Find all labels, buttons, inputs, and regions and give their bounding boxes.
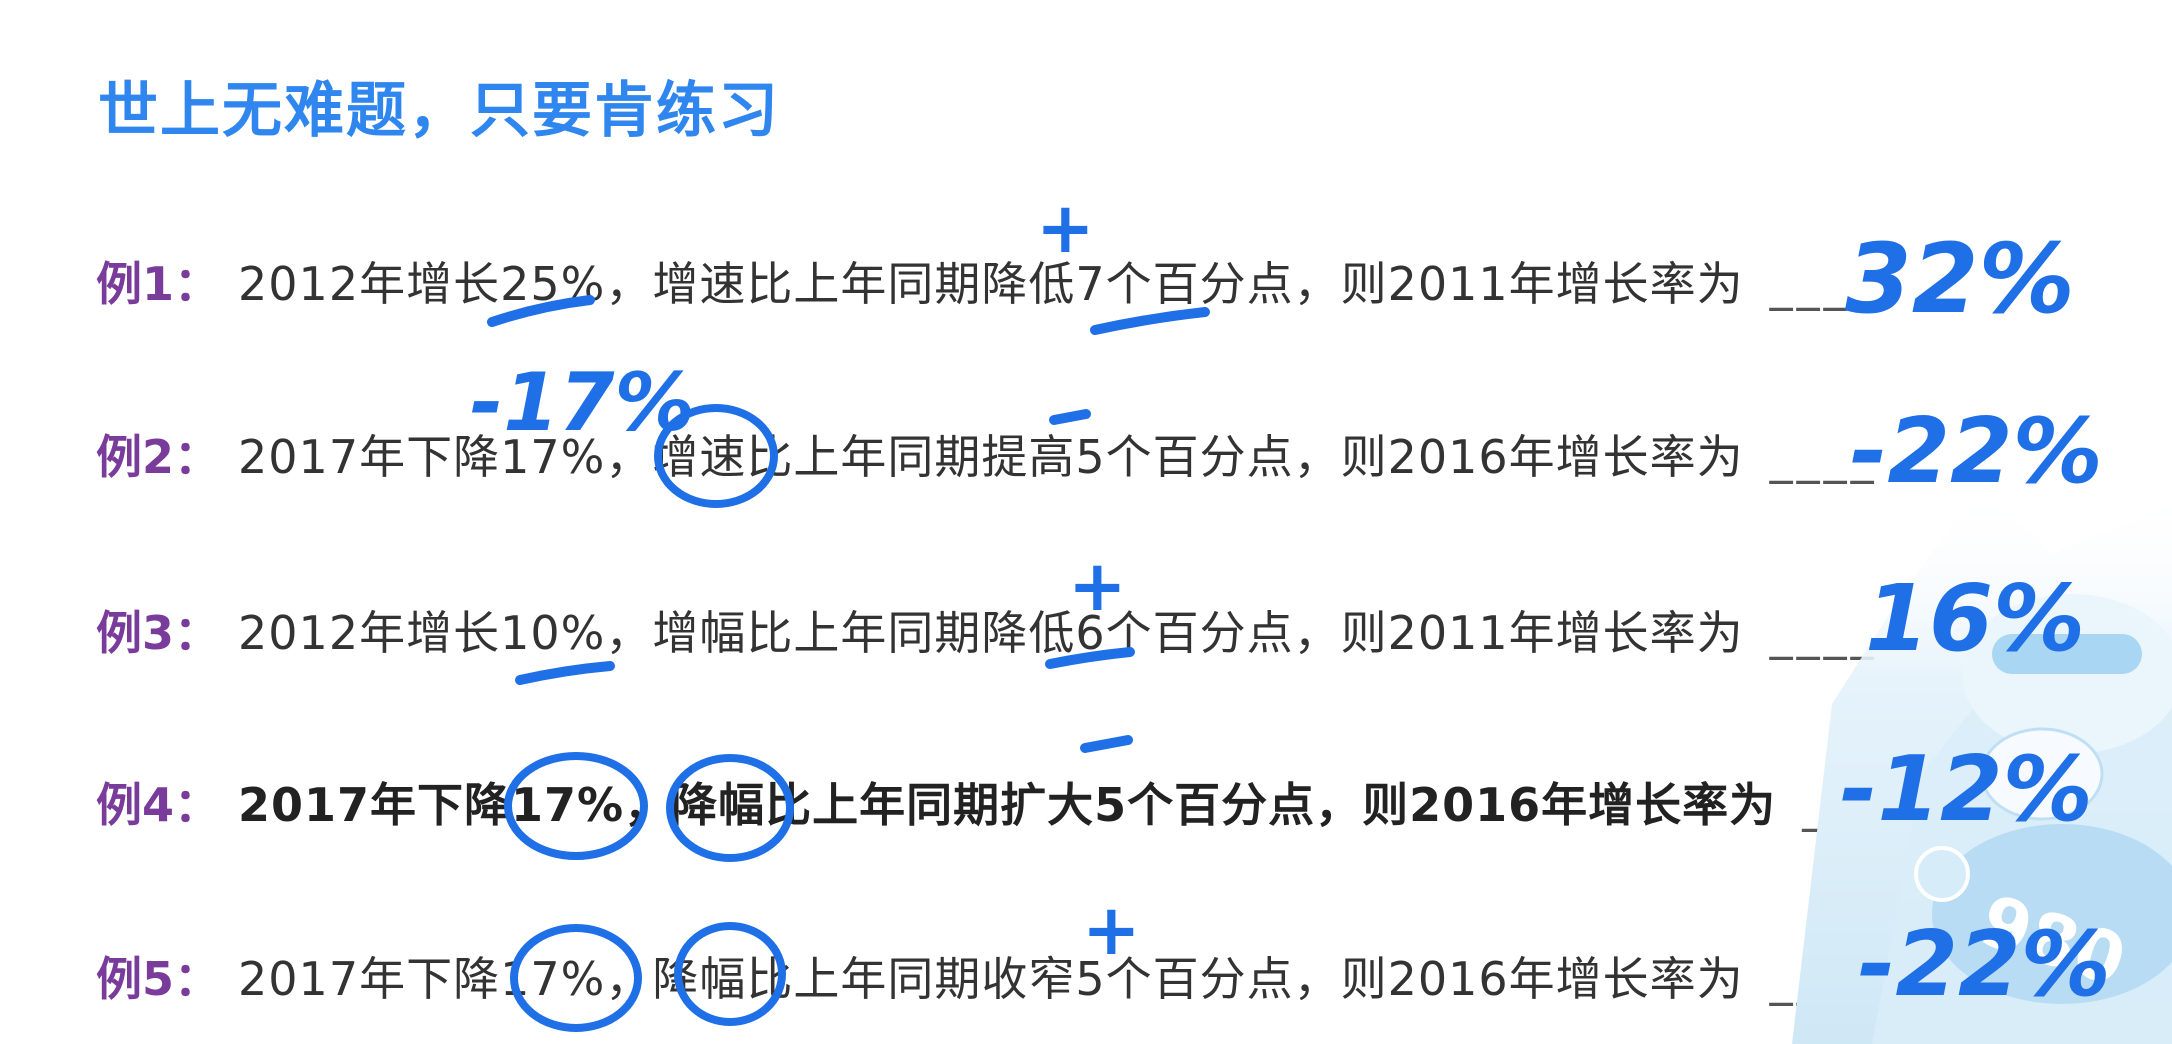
handwritten-answer-1: 32%	[1845, 223, 2075, 335]
answer-blank: ____	[1769, 430, 1878, 484]
handwritten-answer-2: -22%	[1850, 399, 2103, 504]
example-row-5: 例5： 2017年下降17%，降幅比上年同期收窄5个百分点，则2016年增长率为 _…	[96, 944, 1878, 1014]
underline-stroke	[515, 661, 615, 685]
example-row-1: 例1： 2012年增长25%，增速比上年同期降低7个百分点，则2011年增长率为 _…	[96, 249, 1878, 319]
answer-blank: ____	[1769, 606, 1878, 660]
answer-blank: ____	[1769, 952, 1878, 1006]
example-statement: 2017年下降17%，增速比上年同期提高5个百分点，则2016年增长率为	[238, 430, 1744, 484]
example-statement: 2017年下降17%，降幅比上年同期收窄5个百分点，则2016年增长率为	[238, 952, 1744, 1006]
handwriting-layer: + 32% -17% -22% + 16% -12% + -22%	[470, 187, 2111, 1032]
page-title: 世上无难题，只要肯练习	[98, 76, 780, 146]
example-label: 例5：	[96, 952, 221, 1006]
badge-text: 980	[1971, 879, 2135, 1002]
example-statement: 2017年下降17%，降幅比上年同期扩大5个百分点，则2016年增长率为	[238, 778, 1777, 832]
example-row-3: 例3： 2012年增长10%，增幅比上年同期降低6个百分点，则2011年增长率为 _…	[96, 598, 1878, 668]
example-label: 例2：	[96, 430, 221, 484]
answer-blank: ____	[1802, 778, 1911, 832]
example-label: 例3：	[96, 606, 221, 660]
example-row-4: 例4： 2017年下降17%，降幅比上年同期扩大5个百分点，则2016年增长率为 _…	[96, 770, 1910, 840]
answer-blank: ____	[1769, 257, 1878, 311]
minus-mark	[1080, 735, 1133, 753]
handwritten-answer-5: -22%	[1858, 912, 2111, 1017]
example-label: 例1：	[96, 257, 221, 311]
snowboard-badge: 980	[1971, 879, 2135, 1002]
handwritten-answer-3: 16%	[1865, 565, 2085, 672]
example-statement: 2012年增长25%，增速比上年同期降低7个百分点，则2011年增长率为	[238, 257, 1744, 311]
example-label: 例4：	[96, 778, 221, 832]
example-row-2: 例2： 2017年下降17%，增速比上年同期提高5个百分点，则2016年增长率为 _…	[96, 422, 1878, 492]
minus-mark	[1049, 409, 1091, 425]
example-statement: 2012年增长10%，增幅比上年同期降低6个百分点，则2011年增长率为	[238, 606, 1744, 660]
